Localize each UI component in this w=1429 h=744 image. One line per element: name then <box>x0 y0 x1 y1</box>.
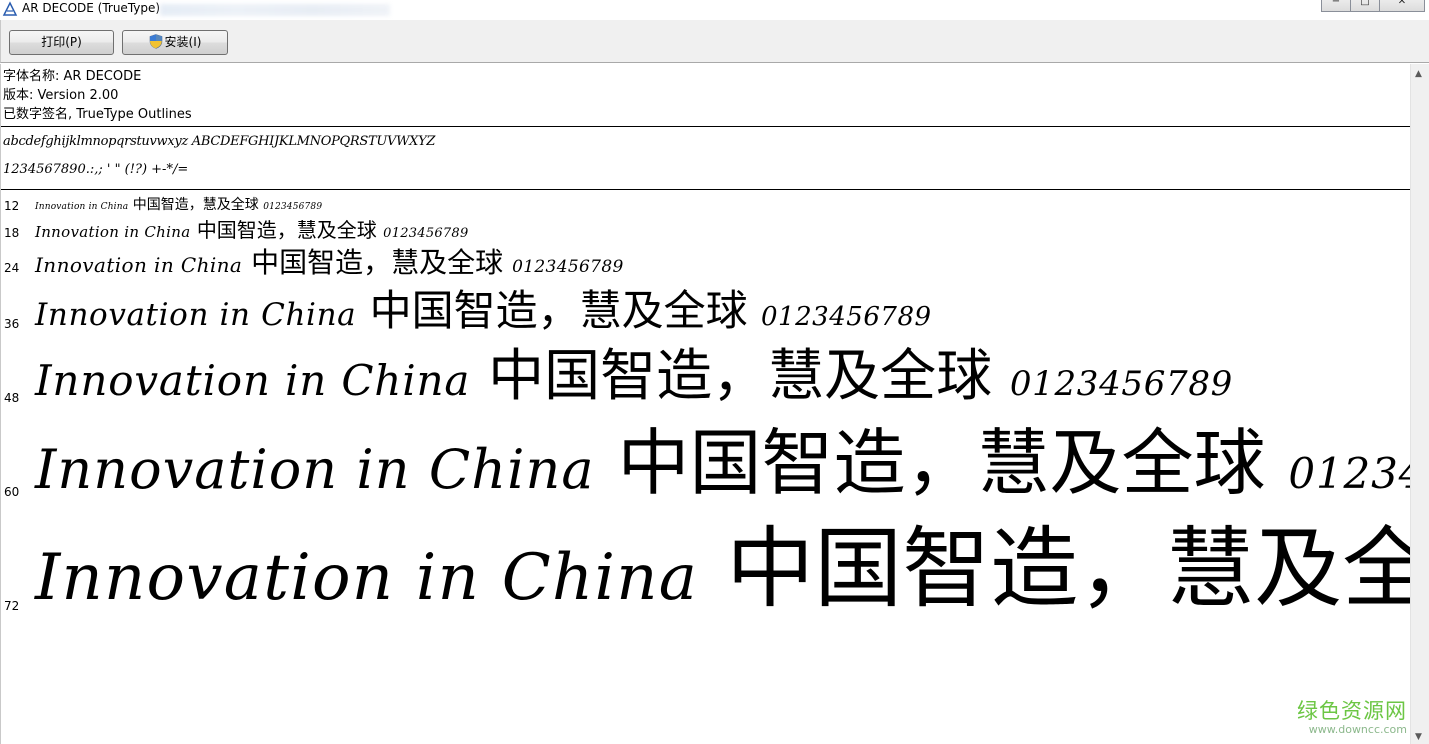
sample-digits: 0123456789 <box>761 302 932 332</box>
uac-shield-icon <box>149 34 162 49</box>
watermark-url: www.downcc.com <box>1308 723 1407 736</box>
sample-text: Innovation in China 中国智造，慧及全球 01234 <box>35 427 1410 499</box>
sample-latin: Innovation in China <box>35 356 471 405</box>
watermark-title: 绿色资源网 <box>1297 699 1407 723</box>
sample-row-36: 36 Innovation in China 中国智造，慧及全球 0123456… <box>1 285 1410 341</box>
sample-digits: 0123456789 <box>263 202 323 212</box>
sample-latin: Innovation in China <box>35 223 191 241</box>
sample-row-72: 72 Innovation in China 中国智造，慧及全 <box>1 511 1410 623</box>
size-label: 60 <box>4 485 20 499</box>
separator-2 <box>1 189 1410 190</box>
sample-text: Innovation in China 中国智造，慧及全 <box>35 525 1410 613</box>
sample-text: Innovation in China 中国智造，慧及全球 0123456789 <box>35 290 932 332</box>
sample-row-48: 48 Innovation in China 中国智造，慧及全球 0123456… <box>1 341 1410 415</box>
size-label: 24 <box>4 261 20 275</box>
window-controls: − □ ✕ <box>1321 0 1425 12</box>
sample-cjk: 中国智造，慧及全球 <box>251 246 504 279</box>
glyph-line-symbols: 1234567890.:,; ' " (!?) +-*/= <box>3 162 189 177</box>
sample-digits: 0123456789 <box>1009 364 1233 404</box>
sample-cjk: 中国智造，慧及全球 <box>196 218 377 242</box>
sample-latin: Innovation in China <box>35 253 243 277</box>
size-label: 12 <box>4 199 20 213</box>
install-label: 安装(I) <box>164 35 202 49</box>
font-preview-area: 字体名称: AR DECODE 版本: Version 2.00 已数字签名, … <box>0 64 1410 744</box>
font-signature-line: 已数字签名, TrueType Outlines <box>3 107 192 122</box>
sample-row-18: 18 Innovation in China 中国智造，慧及全球 0123456… <box>1 217 1410 245</box>
size-label: 36 <box>4 317 20 331</box>
sample-latin: Innovation in China <box>35 297 357 333</box>
sample-latin: Innovation in China <box>35 541 699 615</box>
sample-text: Innovation in China 中国智造，慧及全球 0123456789 <box>35 349 1233 405</box>
sample-digits: 01234 <box>1288 449 1410 498</box>
sample-row-12: 12 Innovation in China 中国智造，慧及全球 0123456… <box>1 195 1410 217</box>
glyph-line-letters: abcdefghijklmnopqrstuvwxyz ABCDEFGHIJKLM… <box>3 134 436 149</box>
maximize-button[interactable]: □ <box>1350 0 1380 12</box>
sample-latin: Innovation in China <box>35 202 129 212</box>
toolbar: 打印(P) 安装(I) <box>0 20 1429 63</box>
sample-cjk: 中国智造，慧及全 <box>726 517 1410 620</box>
minimize-button[interactable]: − <box>1321 0 1351 12</box>
font-name-line: 字体名称: AR DECODE <box>3 69 142 84</box>
print-button[interactable]: 打印(P) <box>9 30 114 55</box>
title-bar: AR DECODE (TrueType) − □ ✕ <box>0 0 1429 20</box>
size-label: 18 <box>4 226 20 240</box>
sample-cjk: 中国智造，慧及全球 <box>488 344 993 409</box>
close-button[interactable]: ✕ <box>1379 0 1425 12</box>
sample-text: Innovation in China 中国智造，慧及全球 0123456789 <box>35 249 624 277</box>
title-blurred-path <box>160 4 390 16</box>
font-app-icon <box>2 1 18 16</box>
sample-cjk: 中国智造，慧及全球 <box>617 421 1266 505</box>
sample-row-60: 60 Innovation in China 中国智造，慧及全球 01234 <box>1 415 1410 511</box>
sample-digits: 0123456789 <box>512 257 624 277</box>
separator-1 <box>1 126 1410 127</box>
sample-text: Innovation in China 中国智造，慧及全球 0123456789 <box>35 220 468 240</box>
watermark: 绿色资源网 www.downcc.com <box>1297 699 1407 736</box>
font-version-line: 版本: Version 2.00 <box>3 88 119 103</box>
sample-text: Innovation in China 中国智造，慧及全球 0123456789 <box>35 198 322 212</box>
sample-row-24: 24 Innovation in China 中国智造，慧及全球 0123456… <box>1 245 1410 285</box>
sample-digits: 0123456789 <box>383 226 469 241</box>
sample-cjk: 中国智造，慧及全球 <box>132 197 259 213</box>
size-label: 72 <box>4 599 20 613</box>
scroll-down-arrow-icon[interactable]: ▼ <box>1415 732 1422 742</box>
font-info: 字体名称: AR DECODE 版本: Version 2.00 已数字签名, … <box>3 67 192 124</box>
vertical-scrollbar[interactable]: ▲ ▼ <box>1410 64 1429 744</box>
install-button[interactable]: 安装(I) <box>122 30 228 55</box>
scroll-up-arrow-icon[interactable]: ▲ <box>1415 69 1422 79</box>
window-title: AR DECODE (TrueType) <box>22 1 161 15</box>
sample-cjk: 中国智造，慧及全球 <box>369 286 748 335</box>
size-label: 48 <box>4 391 20 405</box>
sample-latin: Innovation in China <box>35 438 595 501</box>
